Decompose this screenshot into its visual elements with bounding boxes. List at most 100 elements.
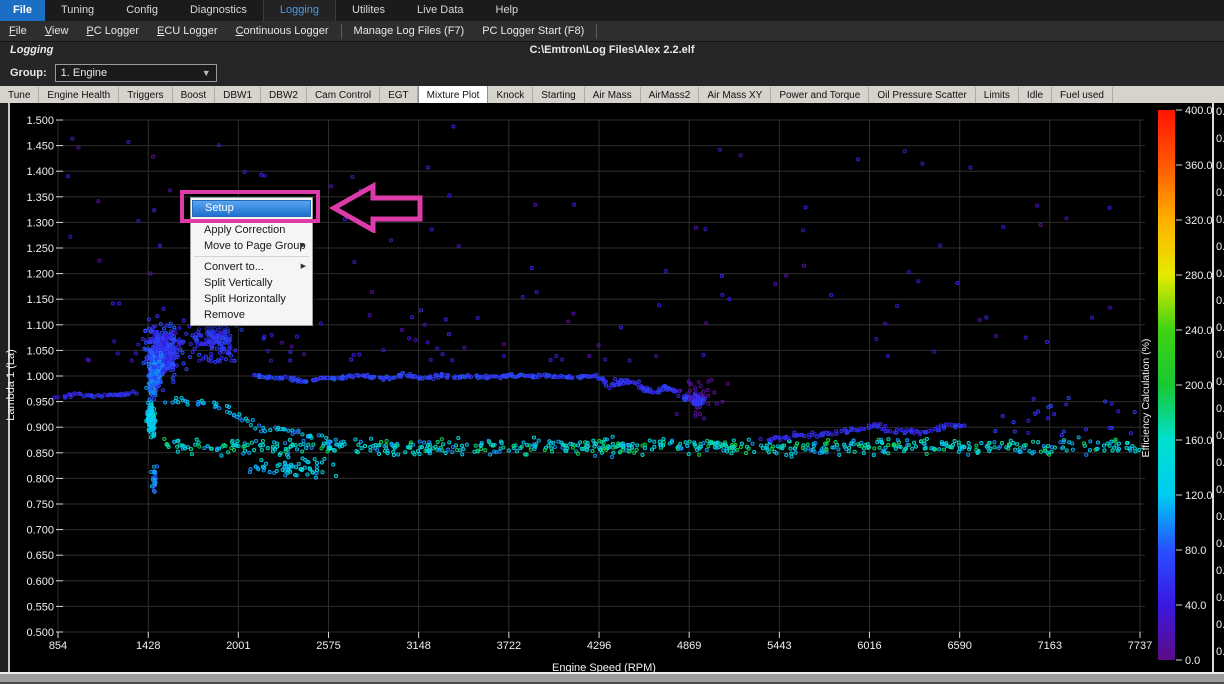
tab-limits[interactable]: Limits xyxy=(975,87,1019,104)
menu-file[interactable]: File xyxy=(0,0,45,21)
menu-live-data[interactable]: Live Data xyxy=(401,0,479,21)
menu-tuning[interactable]: Tuning xyxy=(45,0,110,21)
svg-text:320.0: 320.0 xyxy=(1185,215,1213,227)
svg-text:1.250: 1.250 xyxy=(26,243,54,255)
svg-text:0.: 0. xyxy=(1216,538,1224,550)
group-select-value: 1. Engine xyxy=(60,67,108,79)
menu-utilites[interactable]: Utilites xyxy=(336,0,401,21)
annotation-arrow-icon xyxy=(328,181,423,233)
svg-text:854: 854 xyxy=(49,640,67,652)
toolbar-pc-logger-start[interactable]: PC Logger Start (F8) xyxy=(473,21,593,41)
tab-engine-health[interactable]: Engine Health xyxy=(39,87,120,104)
toolbar-view[interactable]: View xyxy=(36,21,78,41)
menu-separator xyxy=(194,256,309,257)
svg-text:360.0: 360.0 xyxy=(1185,160,1213,172)
svg-text:0.950: 0.950 xyxy=(26,397,54,409)
svg-text:1.300: 1.300 xyxy=(26,217,54,229)
svg-text:0.: 0. xyxy=(1216,457,1224,469)
annotation-highlight-box xyxy=(180,190,320,223)
svg-text:160.0: 160.0 xyxy=(1185,435,1213,447)
tab-mixture-plot[interactable]: Mixture Plot xyxy=(417,86,489,104)
svg-text:1.450: 1.450 xyxy=(26,141,54,153)
menu-item-apply-correction[interactable]: Apply Correction xyxy=(191,222,312,238)
tab-triggers[interactable]: Triggers xyxy=(119,87,173,104)
toolbar-file[interactable]: File xyxy=(0,21,36,41)
svg-text:0.750: 0.750 xyxy=(26,499,54,511)
svg-text:7163: 7163 xyxy=(1038,640,1062,652)
mixture-plot-pane[interactable]: 0.500 0.550 0.600 0.650 0.700 0.750 0.800 0.850… xyxy=(0,103,1224,684)
svg-text:1.200: 1.200 xyxy=(26,269,54,281)
tab-tune[interactable]: Tune xyxy=(0,87,40,104)
svg-text:4296: 4296 xyxy=(587,640,611,652)
svg-text:0.: 0. xyxy=(1216,349,1224,361)
svg-text:0.0: 0.0 xyxy=(1185,655,1200,667)
log-file-path: C:\Emtron\Log Files\Alex 2.2.elf xyxy=(529,44,695,56)
svg-text:40.0: 40.0 xyxy=(1185,600,1206,612)
menu-help[interactable]: Help xyxy=(480,0,535,21)
tab-knock[interactable]: Knock xyxy=(488,87,534,104)
tab-idle[interactable]: Idle xyxy=(1018,87,1053,104)
tab-dbw1[interactable]: DBW1 xyxy=(215,87,262,104)
svg-text:0.850: 0.850 xyxy=(26,448,54,460)
svg-text:0.: 0. xyxy=(1216,403,1224,415)
svg-text:2575: 2575 xyxy=(316,640,340,652)
menu-config[interactable]: Config xyxy=(110,0,174,21)
svg-text:1.100: 1.100 xyxy=(26,320,54,332)
menu-item-split-vertically[interactable]: Split Vertically xyxy=(191,275,312,291)
svg-text:1.500: 1.500 xyxy=(26,115,54,127)
tab-boost[interactable]: Boost xyxy=(172,87,216,104)
toolbar-ecu-logger[interactable]: ECU Logger xyxy=(148,21,227,41)
svg-text:7737: 7737 xyxy=(1128,640,1152,652)
menu-item-move-to-page-group[interactable]: Move to Page Group ▶ xyxy=(191,238,312,254)
tab-air-mass-xy[interactable]: Air Mass XY xyxy=(699,87,772,104)
svg-text:0.: 0. xyxy=(1216,160,1224,172)
group-select[interactable]: 1. Engine ▼ xyxy=(54,64,217,82)
toolbar-separator xyxy=(340,23,342,39)
svg-text:0.: 0. xyxy=(1216,376,1224,388)
svg-text:0.: 0. xyxy=(1216,187,1224,199)
info-row: Logging C:\Emtron\Log Files\Alex 2.2.elf xyxy=(0,42,1224,60)
svg-text:0.: 0. xyxy=(1216,430,1224,442)
svg-text:3148: 3148 xyxy=(406,640,430,652)
menu-item-split-horizontally[interactable]: Split Horizontally xyxy=(191,291,312,307)
svg-text:0.: 0. xyxy=(1216,619,1224,631)
svg-text:200.0: 200.0 xyxy=(1185,380,1213,392)
svg-text:Lambda 1 (La): Lambda 1 (La) xyxy=(5,349,17,421)
toolbar-separator-2 xyxy=(596,23,598,39)
menu-item-remove[interactable]: Remove xyxy=(191,307,312,323)
svg-text:Efficiency Calculation (%): Efficiency Calculation (%) xyxy=(1140,339,1152,458)
section-title: Logging xyxy=(10,44,54,56)
svg-text:0.: 0. xyxy=(1216,295,1224,307)
toolbar-manage-log-files[interactable]: Manage Log Files (F7) xyxy=(345,21,474,41)
svg-text:0.: 0. xyxy=(1216,241,1224,253)
menu-diagnostics[interactable]: Diagnostics xyxy=(174,0,263,21)
tab-airmass2[interactable]: AirMass2 xyxy=(640,87,700,104)
svg-text:0.: 0. xyxy=(1216,511,1224,523)
tab-egt[interactable]: EGT xyxy=(380,87,418,104)
svg-text:4869: 4869 xyxy=(677,640,701,652)
svg-text:0.800: 0.800 xyxy=(26,473,54,485)
tab-power-and-torque[interactable]: Power and Torque xyxy=(771,87,870,104)
svg-text:0.700: 0.700 xyxy=(26,525,54,537)
group-row: Group: 1. Engine ▼ xyxy=(0,60,1224,86)
tab-fuel-used[interactable]: Fuel used xyxy=(1052,87,1113,104)
tab-cam-control[interactable]: Cam Control xyxy=(306,87,381,104)
svg-text:0.: 0. xyxy=(1216,646,1224,658)
toolbar-pc-logger[interactable]: PC Logger xyxy=(77,21,148,41)
tab-starting[interactable]: Starting xyxy=(533,87,585,104)
svg-text:0.600: 0.600 xyxy=(26,576,54,588)
toolbar-continuous-logger[interactable]: Continuous Logger xyxy=(227,21,338,41)
svg-text:1.350: 1.350 xyxy=(26,192,54,204)
menubar: File Tuning Config Diagnostics Logging U… xyxy=(0,0,1224,21)
svg-text:0.650: 0.650 xyxy=(26,550,54,562)
svg-text:2001: 2001 xyxy=(226,640,250,652)
menu-logging[interactable]: Logging xyxy=(262,0,336,21)
svg-text:0.: 0. xyxy=(1216,322,1224,334)
svg-text:1.400: 1.400 xyxy=(26,166,54,178)
svg-text:0.500: 0.500 xyxy=(26,627,54,639)
tab-dbw2[interactable]: DBW2 xyxy=(261,87,307,104)
tab-air-mass[interactable]: Air Mass xyxy=(584,87,641,104)
tab-oil-pressure-scatter[interactable]: Oil Pressure Scatter xyxy=(869,87,976,104)
svg-text:400.0: 400.0 xyxy=(1185,105,1213,117)
menu-item-convert-to[interactable]: Convert to... ▶ xyxy=(191,259,312,275)
